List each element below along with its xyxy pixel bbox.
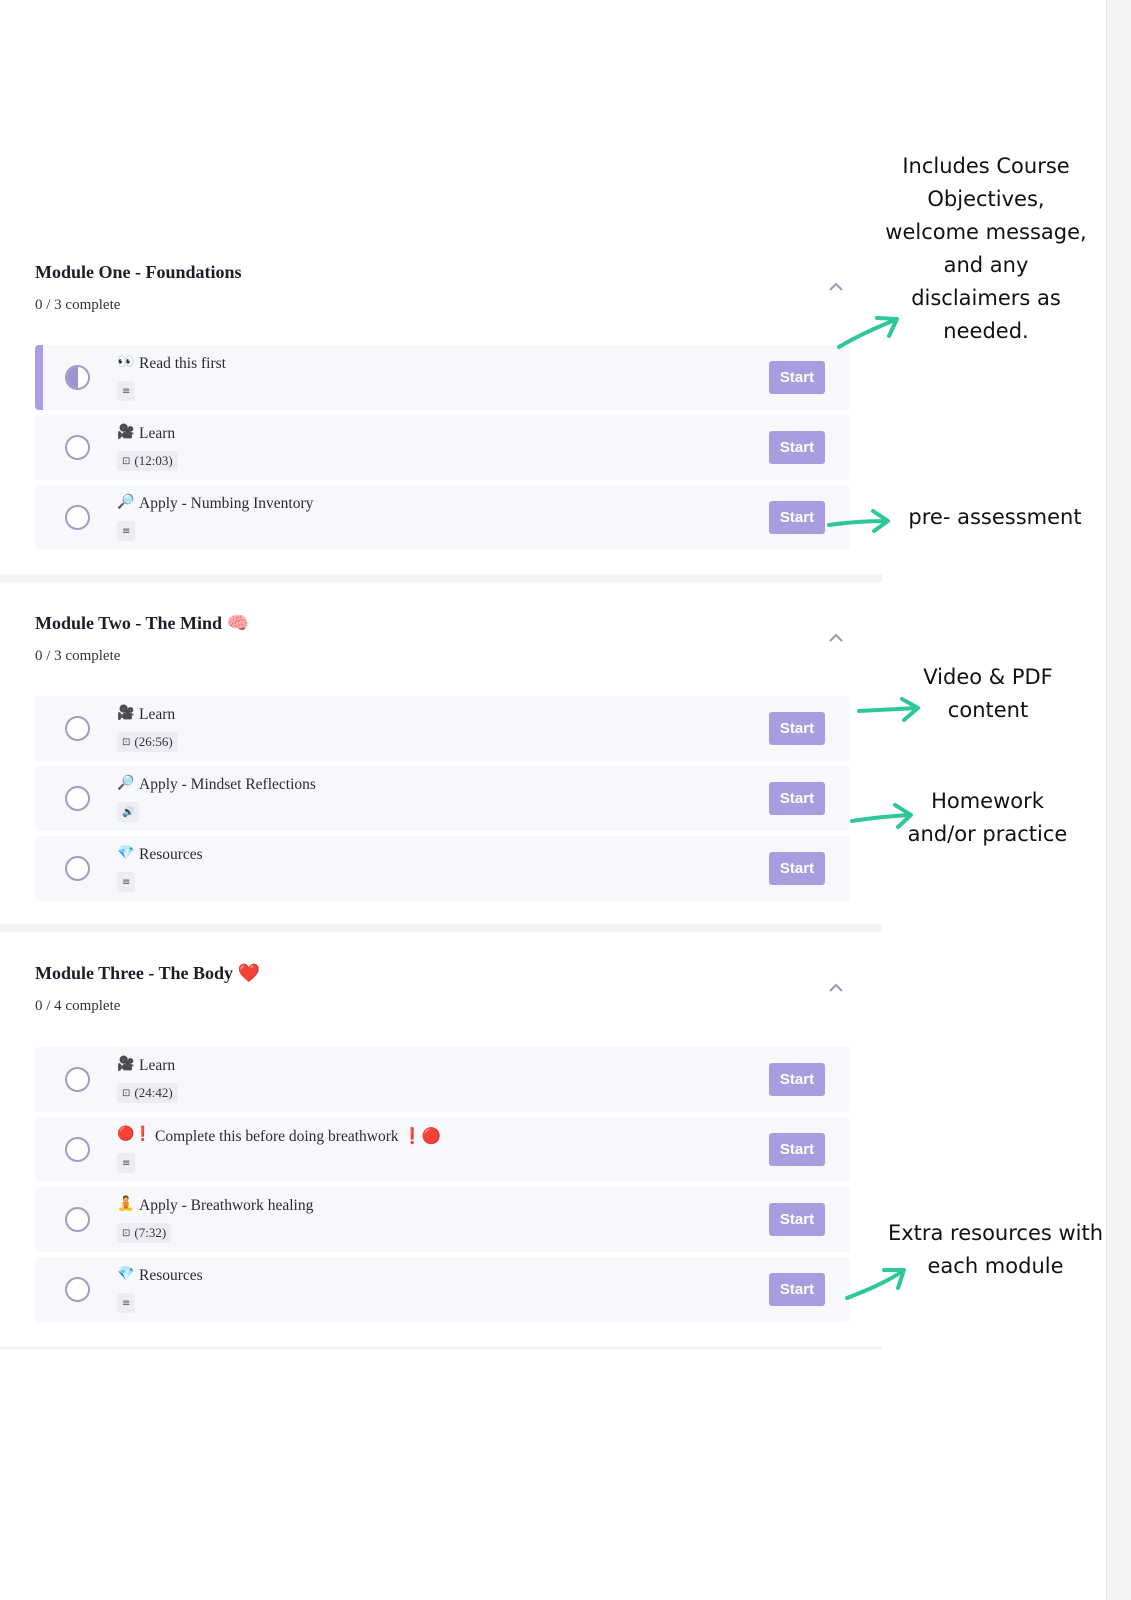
lesson-meta: ≡ (117, 872, 136, 892)
arrow-icon (845, 1268, 906, 1300)
lesson-item[interactable]: 🔎 Apply - Mindset Reflections 🔊 Start (35, 766, 850, 831)
lesson-item[interactable]: 🔴❗ Complete this before doing breathwork… (35, 1117, 850, 1182)
lesson-meta: ⊡ (12:03) (117, 451, 178, 471)
text-lines-icon: ≡ (122, 1157, 131, 1169)
start-button[interactable]: Start (769, 431, 825, 464)
start-button[interactable]: Start (769, 712, 825, 745)
incomplete-status-icon[interactable] (65, 1277, 90, 1302)
lesson-item[interactable]: 🔎 Apply - Numbing Inventory ≡ Start (35, 485, 850, 550)
incomplete-status-icon[interactable] (65, 1207, 90, 1232)
lesson-title: Resources (139, 1267, 203, 1284)
gem-icon: 💎 (117, 1266, 135, 1282)
lesson-meta: 🔊 (117, 802, 140, 822)
incomplete-status-icon[interactable] (65, 435, 90, 460)
chevron-up-icon[interactable] (828, 632, 844, 644)
lesson-title: Learn (139, 706, 176, 723)
annotation-course-objectives: Includes Course Objectives, welcome mess… (885, 154, 1087, 343)
warning-icon: 🔴❗ (117, 1126, 152, 1142)
arrow-icon (827, 509, 890, 533)
start-button[interactable]: Start (769, 501, 825, 534)
module-title: Module Three - The Body ❤️ (35, 963, 260, 983)
text-lines-icon: ≡ (122, 525, 131, 537)
start-button[interactable]: Start (769, 1133, 825, 1166)
magnifying-glass-icon: 🔎 (117, 775, 135, 791)
module-title: Module One - Foundations (35, 262, 242, 282)
incomplete-status-icon[interactable] (65, 786, 90, 811)
video-camera-icon: 🎥 (117, 1056, 135, 1072)
lesson-duration: (24:42) (134, 1085, 173, 1100)
lesson-meta: ⊡ (26:56) (117, 732, 178, 752)
incomplete-status-icon[interactable] (65, 1067, 90, 1092)
incomplete-status-icon[interactable] (65, 856, 90, 881)
module-progress: 0 / 3 complete (35, 648, 121, 664)
lesson-title: Apply - Mindset Reflections (139, 776, 316, 793)
lesson-meta: ⊡ (24:42) (117, 1083, 178, 1103)
start-button[interactable]: Start (769, 1063, 825, 1096)
video-icon: ⊡ (122, 736, 131, 748)
lesson-duration: (12:03) (134, 453, 173, 468)
lesson-item[interactable]: 👀 Read this first ≡ Start (35, 345, 850, 410)
lesson-meta: ⊡ (7:32) (117, 1223, 172, 1243)
incomplete-status-icon[interactable] (65, 1137, 90, 1162)
arrow-icon (857, 697, 920, 722)
lesson-item[interactable]: 💎 Resources ≡ Start (35, 836, 850, 901)
text-lines-icon: ≡ (122, 385, 131, 397)
meditation-icon: 🧘 (117, 1196, 135, 1212)
annotation-homework: Homework and/or practice (907, 789, 1068, 846)
text-lines-icon: ≡ (122, 876, 131, 888)
arrow-icon (850, 803, 913, 829)
lesson-item[interactable]: 💎 Resources ≡ Start (35, 1257, 850, 1322)
incomplete-status-icon[interactable] (65, 505, 90, 530)
lesson-duration: (26:56) (134, 734, 173, 749)
lesson-meta: ≡ (117, 1153, 136, 1173)
lesson-meta: ≡ (117, 1293, 136, 1313)
lesson-title: Learn (139, 425, 176, 442)
lesson-title: Learn (139, 1057, 176, 1074)
annotation-video-pdf: Video & PDF content (923, 665, 1053, 722)
lesson-title: Resources (139, 846, 203, 863)
lesson-meta: ≡ (117, 381, 136, 401)
video-camera-icon: 🎥 (117, 424, 135, 440)
module-progress: 0 / 4 complete (35, 998, 121, 1014)
video-icon: ⊡ (122, 1227, 131, 1239)
incomplete-status-icon[interactable] (65, 716, 90, 741)
lesson-title: Apply - Numbing Inventory (139, 495, 314, 512)
start-button[interactable]: Start (769, 1273, 825, 1306)
text-lines-icon: ≡ (122, 1297, 131, 1309)
module-title: Module Two - The Mind 🧠 (35, 613, 249, 633)
lesson-title: Complete this before doing breathwork ❗🔴 (155, 1128, 442, 1145)
eyes-icon: 👀 (117, 354, 135, 370)
start-button[interactable]: Start (769, 852, 825, 885)
lesson-item[interactable]: 🧘 Apply - Breathwork healing ⊡ (7:32) Sta… (35, 1187, 850, 1252)
annotation-extra-resources: Extra resources with each module (887, 1221, 1104, 1278)
lesson-meta: ≡ (117, 521, 136, 541)
chevron-up-icon[interactable] (828, 281, 844, 293)
module-progress: 0 / 3 complete (35, 297, 121, 313)
start-button[interactable]: Start (769, 1203, 825, 1236)
lesson-item[interactable]: 🎥 Learn ⊡ (12:03) Start (35, 415, 850, 480)
module-divider (0, 1346, 882, 1350)
annotation-pre-assessment: pre- assessment (908, 505, 1082, 529)
gem-icon: 💎 (117, 845, 135, 861)
video-camera-icon: 🎥 (117, 705, 135, 721)
module-divider (0, 574, 882, 582)
module-divider (0, 924, 882, 932)
chevron-up-icon[interactable] (828, 982, 844, 994)
half-complete-status-icon[interactable] (65, 365, 90, 390)
start-button[interactable]: Start (769, 782, 825, 815)
audio-icon: 🔊 (122, 806, 135, 818)
start-button[interactable]: Start (769, 361, 825, 394)
lesson-title: Apply - Breathwork healing (139, 1197, 314, 1214)
video-icon: ⊡ (122, 1087, 131, 1099)
lesson-item[interactable]: 🎥 Learn ⊡ (24:42) Start (35, 1047, 850, 1112)
window-edge (1106, 0, 1131, 1600)
lesson-title: Read this first (139, 355, 226, 372)
magnifying-glass-icon: 🔎 (117, 494, 135, 510)
lesson-duration: (7:32) (134, 1225, 167, 1240)
video-icon: ⊡ (122, 455, 131, 467)
lesson-item[interactable]: 🎥 Learn ⊡ (26:56) Start (35, 696, 850, 761)
arrow-icon (837, 316, 899, 349)
